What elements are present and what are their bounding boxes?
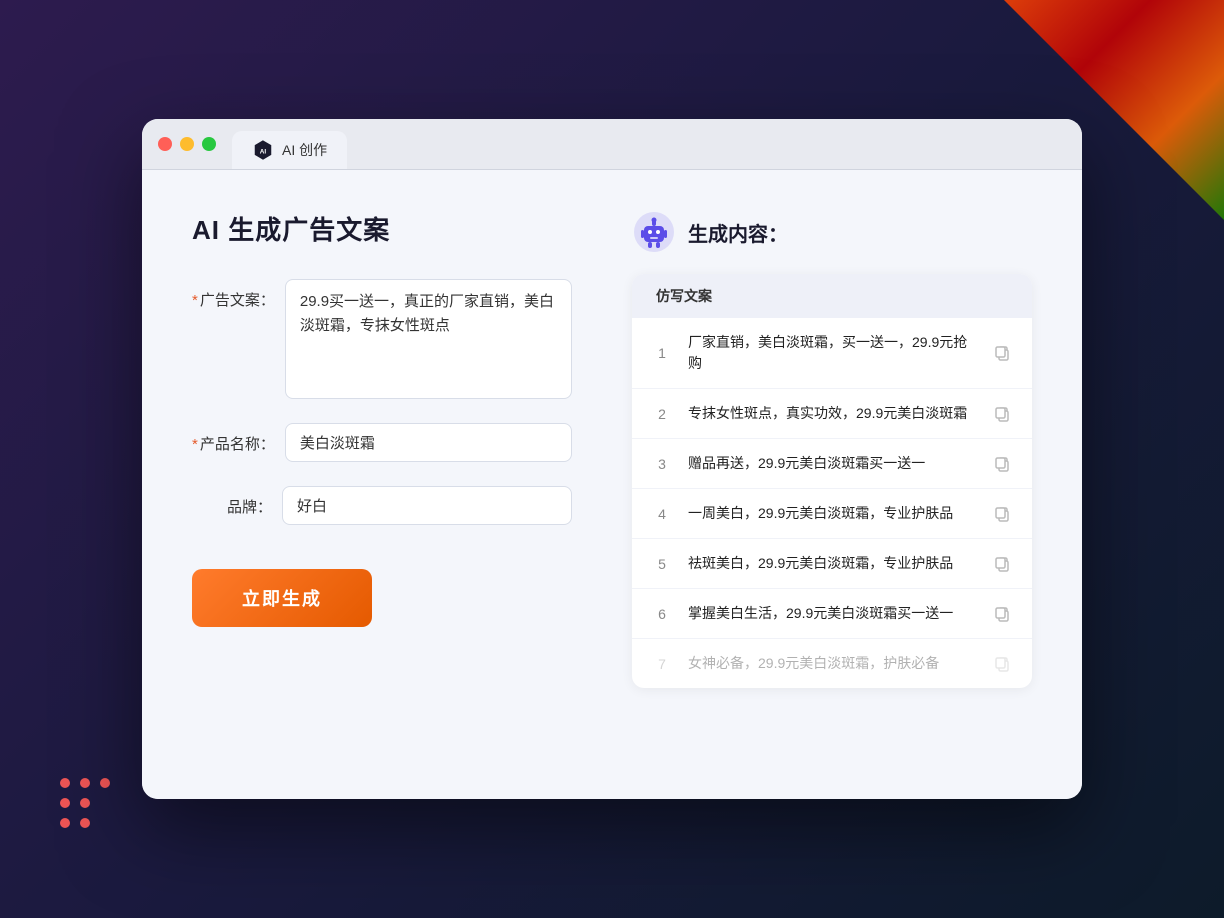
row-text: 赠品再送，29.9元美白淡斑霜买一送一 <box>688 453 976 474</box>
row-number: 7 <box>652 656 672 672</box>
table-row: 7 女神必备，29.9元美白淡斑霜，护肤必备 <box>632 639 1032 688</box>
svg-text:AI: AI <box>260 149 267 156</box>
row-text: 女神必备，29.9元美白淡斑霜，护肤必备 <box>688 653 976 674</box>
browser-content: AI 生成广告文案 *广告文案： 29.9买一送一，真正的厂家直销，美白淡斑霜，… <box>142 170 1082 799</box>
product-name-label: *产品名称： <box>192 423 275 454</box>
row-text: 一周美白，29.9元美白淡斑霜，专业护肤品 <box>688 503 976 524</box>
table-row: 4 一周美白，29.9元美白淡斑霜，专业护肤品 <box>632 489 1032 539</box>
product-name-group: *产品名称： <box>192 423 572 462</box>
row-number: 1 <box>652 345 672 361</box>
row-text: 厂家直销，美白淡斑霜，买一送一，29.9元抢购 <box>688 332 976 374</box>
result-rows-container: 1 厂家直销，美白淡斑霜，买一送一，29.9元抢购 2 专抹女性斑点，真实功效，… <box>632 318 1032 688</box>
browser-chrome: AI AI 创作 <box>142 119 1082 170</box>
right-panel: 生成内容： 仿写文案 1 厂家直销，美白淡斑霜，买一送一，29.9元抢购 2 专… <box>632 210 1032 759</box>
tab-ai-icon: AI <box>252 139 274 161</box>
left-panel: AI 生成广告文案 *广告文案： 29.9买一送一，真正的厂家直销，美白淡斑霜，… <box>192 210 572 759</box>
brand-group: 品牌： <box>192 486 572 525</box>
traffic-light-fullscreen[interactable] <box>202 137 216 151</box>
row-number: 4 <box>652 506 672 522</box>
page-title: AI 生成广告文案 <box>192 210 572 247</box>
ad-copy-group: *广告文案： 29.9买一送一，真正的厂家直销，美白淡斑霜，专抹女性斑点 <box>192 279 572 399</box>
row-number: 3 <box>652 456 672 472</box>
product-name-required-star: * <box>192 436 198 453</box>
brand-input[interactable] <box>282 486 572 525</box>
copy-icon[interactable] <box>992 554 1012 574</box>
generate-button[interactable]: 立即生成 <box>192 569 372 627</box>
row-number: 2 <box>652 406 672 422</box>
table-row: 2 专抹女性斑点，真实功效，29.9元美白淡斑霜 <box>632 389 1032 439</box>
row-text: 祛斑美白，29.9元美白淡斑霜，专业护肤品 <box>688 553 976 574</box>
row-number: 5 <box>652 556 672 572</box>
result-table-header: 仿写文案 <box>632 274 1032 318</box>
copy-icon[interactable] <box>992 343 1012 363</box>
traffic-lights <box>158 137 216 163</box>
tab-title: AI 创作 <box>282 140 327 160</box>
brand-label: 品牌： <box>192 486 272 517</box>
product-name-input[interactable] <box>285 423 572 462</box>
row-number: 6 <box>652 606 672 622</box>
row-text: 专抹女性斑点，真实功效，29.9元美白淡斑霜 <box>688 403 976 424</box>
result-title: 生成内容： <box>688 218 788 247</box>
browser-tab[interactable]: AI AI 创作 <box>232 131 347 169</box>
table-row: 1 厂家直销，美白淡斑霜，买一送一，29.9元抢购 <box>632 318 1032 389</box>
result-table: 仿写文案 1 厂家直销，美白淡斑霜，买一送一，29.9元抢购 2 专抹女性斑点，… <box>632 274 1032 688</box>
copy-icon[interactable] <box>992 504 1012 524</box>
ad-copy-label: *广告文案： <box>192 279 275 310</box>
copy-icon[interactable] <box>992 404 1012 424</box>
browser-window: AI AI 创作 AI 生成广告文案 *广告文案： 29.9买一送一，真正的厂家… <box>142 119 1082 799</box>
robot-icon <box>632 210 676 254</box>
table-row: 6 掌握美白生活，29.9元美白淡斑霜买一送一 <box>632 589 1032 639</box>
ad-copy-required-star: * <box>192 292 198 309</box>
traffic-light-minimize[interactable] <box>180 137 194 151</box>
table-row: 5 祛斑美白，29.9元美白淡斑霜，专业护肤品 <box>632 539 1032 589</box>
table-row: 3 赠品再送，29.9元美白淡斑霜买一送一 <box>632 439 1032 489</box>
row-text: 掌握美白生活，29.9元美白淡斑霜买一送一 <box>688 603 976 624</box>
traffic-light-close[interactable] <box>158 137 172 151</box>
copy-icon[interactable] <box>992 654 1012 674</box>
result-header: 生成内容： <box>632 210 1032 254</box>
copy-icon[interactable] <box>992 454 1012 474</box>
copy-icon[interactable] <box>992 604 1012 624</box>
ad-copy-textarea[interactable]: 29.9买一送一，真正的厂家直销，美白淡斑霜，专抹女性斑点 <box>285 279 572 399</box>
